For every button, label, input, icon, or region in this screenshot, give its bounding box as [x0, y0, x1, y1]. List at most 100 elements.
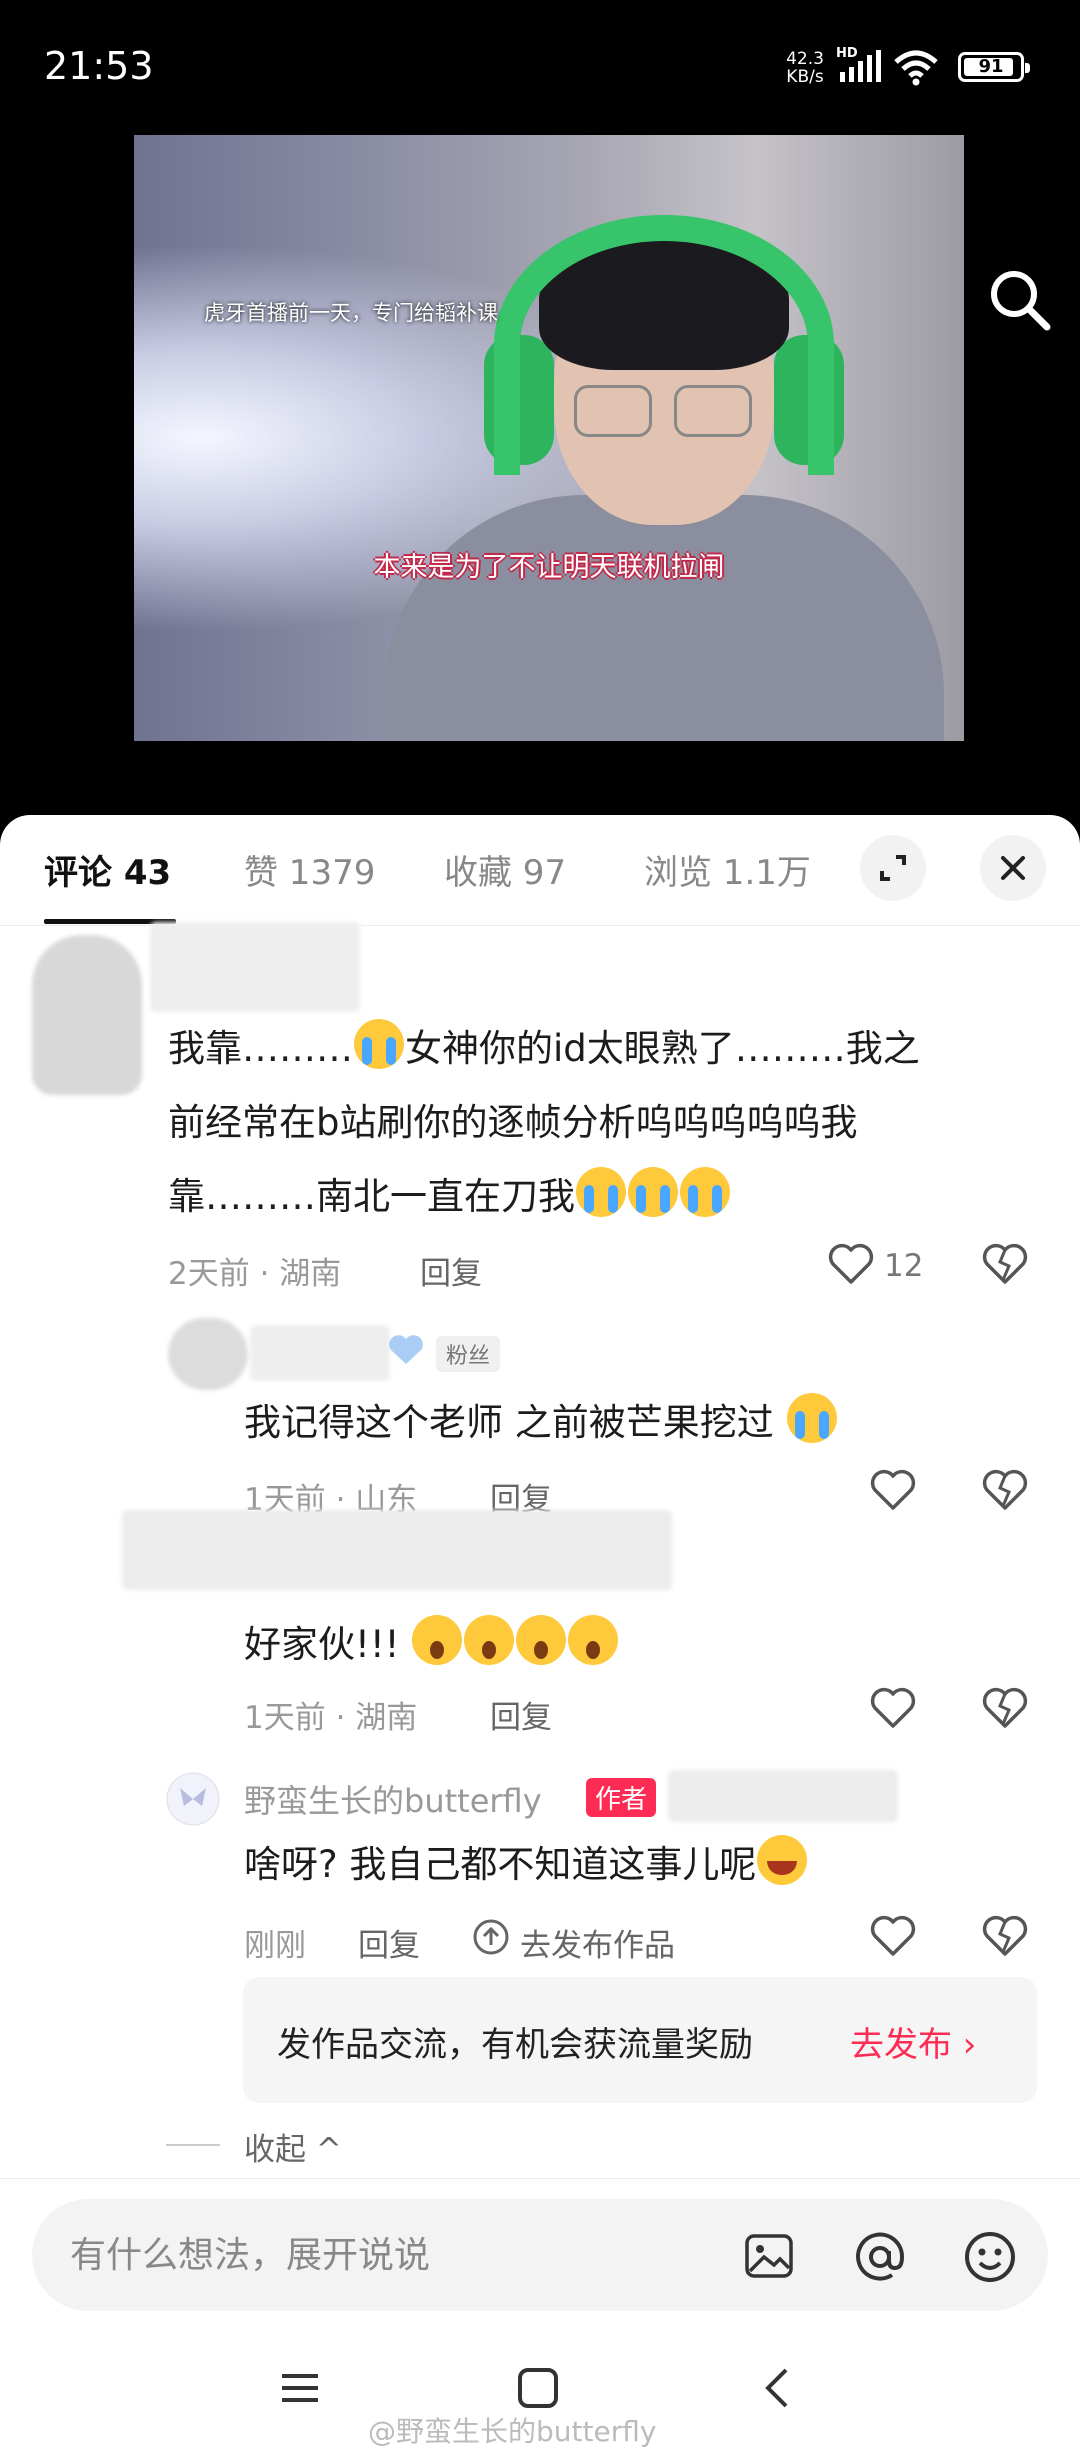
username-redacted[interactable] [250, 1325, 390, 1381]
reply-button[interactable]: 回复 [358, 1920, 420, 1965]
promo-card[interactable]: 发作品交流，有机会获流量奖励 去发布 › [243, 1977, 1037, 2103]
close-icon [1001, 856, 1025, 880]
comment-tabs: 评论 43 赞 1379 收藏 97 浏览 1.1万 [0, 815, 1080, 926]
status-bar: 21:53 42.3 KB/s HD 91 [0, 0, 1080, 135]
comment-input-container[interactable] [32, 2199, 1048, 2311]
surprised-emoji-icon [464, 1615, 515, 1665]
battery-percent: 91 [978, 56, 1004, 77]
broken-heart-icon [982, 1243, 1028, 1284]
crying-emoji-icon [680, 1167, 730, 1217]
glasses [574, 385, 754, 440]
surprised-emoji-icon [568, 1615, 619, 1665]
tab-views[interactable]: 浏览 1.1万 [644, 845, 811, 894]
crying-emoji-icon [628, 1167, 678, 1217]
tab-comments[interactable]: 评论 43 [44, 845, 171, 894]
watermark: @野蛮生长的butterfly [368, 2415, 657, 2448]
cell-signal-icon: HD [836, 46, 882, 84]
back-icon[interactable] [758, 2366, 798, 2414]
battery-icon: 91 [958, 52, 1030, 82]
comment-time: 2天前 [168, 1256, 250, 1292]
crying-emoji-icon [576, 1167, 626, 1217]
like-button[interactable] [870, 1686, 916, 1734]
video-person-shirt [384, 495, 944, 741]
like-count: 12 [884, 1248, 924, 1284]
broken-heart-icon [982, 1915, 1028, 1956]
collapse-replies-button[interactable]: 收起 ^ [244, 2124, 342, 2169]
comment-time: 刚刚 [244, 1928, 306, 1964]
home-icon[interactable] [516, 2366, 560, 2414]
network-speed-unit: KB/s [786, 67, 824, 87]
promo-text: 发作品交流，有机会获流量奖励 [277, 2025, 753, 2065]
laughing-crying-emoji-icon [757, 1835, 808, 1885]
comment-meta: 1天前 · 湖南 [244, 1700, 418, 1736]
comment-input-bar [0, 2178, 1080, 2311]
comment-text-part: 前经常在b站刷你的逐帧分析呜呜呜呜呜我 [168, 1101, 858, 1144]
crying-emoji-icon [786, 1393, 837, 1443]
heart-icon [870, 1915, 916, 1956]
author-name[interactable]: 野蛮生长的butterfly [244, 1776, 542, 1822]
video-player[interactable]: 虎牙首播前一天，专门给韬补课 本来是为了不让明天联机拉闸 [0, 135, 1080, 815]
heart-icon [828, 1243, 874, 1284]
comment-location: 湖南 [355, 1700, 418, 1736]
divider [166, 2144, 220, 2146]
crying-emoji-icon [354, 1019, 404, 1069]
image-icon[interactable] [742, 2229, 796, 2287]
username-redacted[interactable] [150, 922, 360, 1012]
upload-icon[interactable] [472, 1918, 510, 1960]
heart-icon [870, 1687, 916, 1728]
author-avatar[interactable] [166, 1772, 220, 1830]
comment-text-content: 啥呀? 我自己都不知道这事儿呢 [244, 1843, 757, 1886]
heart-badge-icon [388, 1334, 424, 1370]
like-button[interactable] [870, 1468, 916, 1516]
author-badge: 作者 [586, 1778, 657, 1817]
avatar[interactable] [32, 935, 142, 1095]
expand-button[interactable] [860, 835, 926, 901]
status-time: 21:53 [44, 44, 154, 88]
broken-heart-icon [982, 1687, 1028, 1728]
network-speed: 42.3 KB/s [780, 50, 830, 86]
video-caption-bottom: 本来是为了不让明天联机拉闸 [373, 552, 725, 583]
video-frame[interactable]: 虎牙首播前一天，专门给韬补课 本来是为了不让明天联机拉闸 [134, 135, 964, 741]
comment-text: 我记得这个老师 之前被芒果挖过 [244, 1386, 838, 1460]
comment-input[interactable] [68, 2223, 722, 2287]
avatar[interactable] [168, 1318, 248, 1390]
dislike-button[interactable] [982, 1242, 1028, 1290]
comment-meta: 2天前 · 湖南 [168, 1256, 342, 1292]
dislike-button[interactable] [982, 1468, 1028, 1516]
tab-likes[interactable]: 赞 1379 [244, 845, 375, 894]
heart-icon [870, 1469, 916, 1510]
username-redacted[interactable] [122, 1510, 672, 1590]
comment-text-content: 好家伙!!! [244, 1623, 400, 1666]
surprised-emoji-icon [516, 1615, 567, 1665]
comment-text-part: 靠………南北一直在刀我 [168, 1175, 575, 1218]
publish-work-link[interactable]: 去发布作品 [520, 1920, 675, 1965]
menu-icon[interactable] [278, 2368, 322, 2412]
like-button[interactable] [870, 1914, 916, 1962]
battery-tip [1025, 63, 1030, 73]
broken-heart-icon [982, 1469, 1028, 1510]
dislike-button[interactable] [982, 1686, 1028, 1734]
surprised-emoji-icon [412, 1615, 463, 1665]
tab-favorites[interactable]: 收藏 97 [444, 845, 566, 894]
fan-badge: 粉丝 [436, 1336, 501, 1372]
comment-text: 啥呀? 我自己都不知道这事儿呢 [244, 1828, 808, 1902]
reply-button[interactable]: 回复 [420, 1248, 482, 1293]
search-icon[interactable] [985, 265, 1055, 335]
comment-location: 湖南 [279, 1256, 342, 1292]
like-button[interactable] [828, 1242, 874, 1290]
promo-publish-link[interactable]: 去发布 › [850, 2017, 976, 2066]
redacted-area [668, 1770, 898, 1822]
dislike-button[interactable] [982, 1914, 1028, 1962]
emoji-icon[interactable] [962, 2229, 1018, 2289]
wifi-icon [892, 48, 940, 86]
comment-time: 1天前 [244, 1700, 326, 1736]
close-button[interactable] [980, 835, 1046, 901]
comment-text: 我靠……… 女神你的id太眼熟了………我之 前经常在b站刷你的逐帧分析呜呜呜呜呜我… [168, 1012, 1028, 1234]
comment-text-part: 我靠……… [168, 1027, 353, 1070]
mention-icon[interactable] [852, 2229, 908, 2289]
network-speed-value: 42.3 [786, 49, 824, 69]
reply-button[interactable]: 回复 [490, 1692, 552, 1737]
comment-text: 好家伙!!! [244, 1608, 619, 1682]
video-caption-top: 虎牙首播前一天，专门给韬补课 [204, 301, 498, 325]
comment-text-part: 女神你的id太眼熟了………我之 [405, 1027, 920, 1070]
